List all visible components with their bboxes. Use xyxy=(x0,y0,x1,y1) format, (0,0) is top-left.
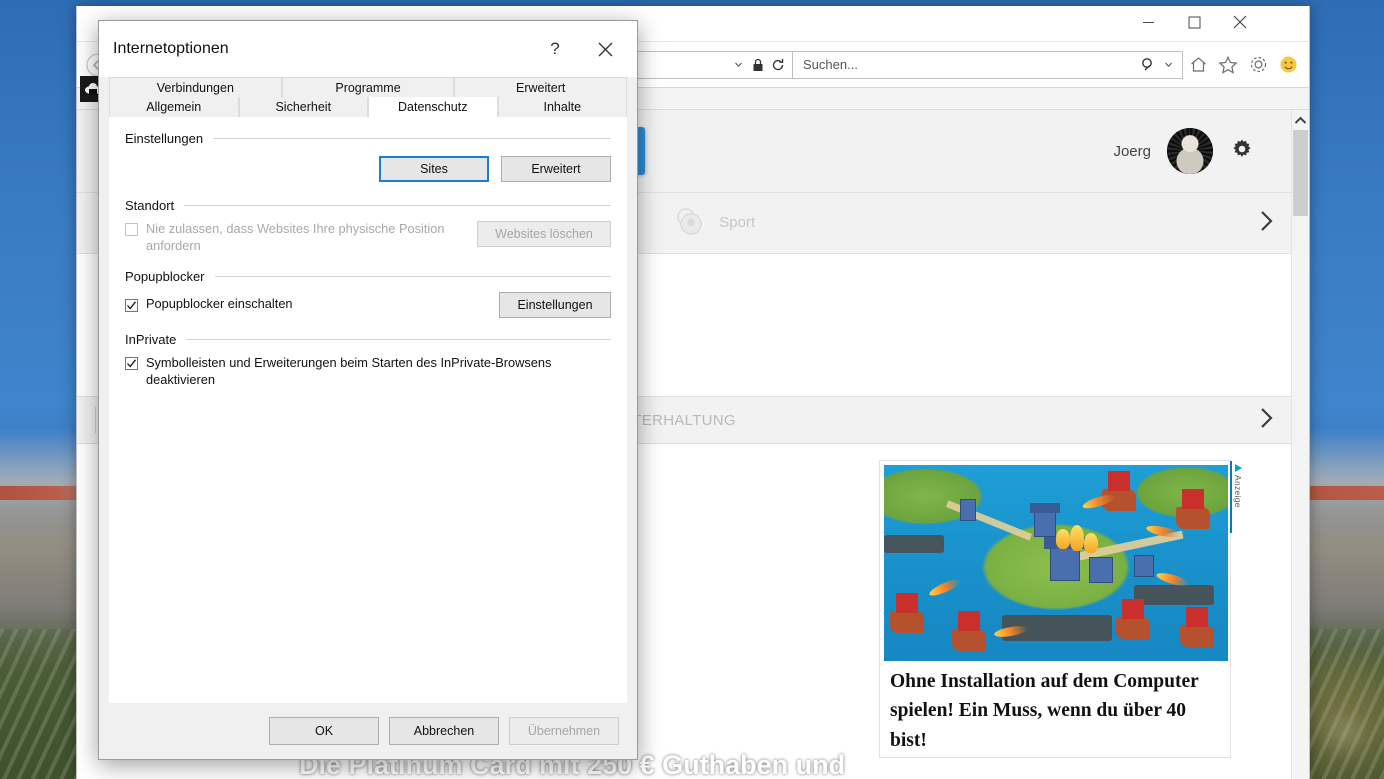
group-label: Popupblocker xyxy=(125,268,205,284)
ok-button[interactable]: OK xyxy=(269,717,379,745)
dialog-tabrow-2: Allgemein Sicherheit Datenschutz Inhalte xyxy=(109,97,627,117)
sites-button[interactable]: Sites xyxy=(379,156,489,182)
game-ad-headline: Ohne Installation auf dem Computer spiel… xyxy=(890,671,1199,751)
cancel-button[interactable]: Abbrechen xyxy=(389,717,499,745)
dialog-tabs: Verbindungen Programme Erweitert Allgeme… xyxy=(99,77,637,117)
help-icon[interactable]: ? xyxy=(537,33,573,65)
game-ad-label: Anzeige xyxy=(1230,461,1244,533)
group-label: Einstellungen xyxy=(125,131,204,146)
home-icon[interactable] xyxy=(1183,48,1213,82)
group-inprivate-header: InPrivate xyxy=(125,332,611,347)
inprivate-checkbox[interactable] xyxy=(125,356,138,370)
advanced-button[interactable]: Erweitert xyxy=(501,156,611,182)
page-scrollbar[interactable] xyxy=(1291,110,1309,779)
chevron-right-icon[interactable] xyxy=(1255,208,1277,238)
shortcut-sport[interactable]: Sport xyxy=(674,206,755,241)
popup-checkbox[interactable] xyxy=(125,299,138,313)
tab-allgemein[interactable]: Allgemein xyxy=(109,97,239,117)
tab-sicherheit[interactable]: Sicherheit xyxy=(238,97,368,117)
location-checkbox-label: Nie zulassen, dass Websites Ihre physisc… xyxy=(146,221,445,253)
divider xyxy=(213,138,611,139)
tab-verbindungen[interactable]: Verbindungen xyxy=(109,77,282,97)
scroll-up-icon[interactable] xyxy=(1292,110,1309,130)
ad-label-text: Anzeige xyxy=(1233,475,1243,508)
dialog-body: Einstellungen Sites Erweitert Standort N… xyxy=(109,117,627,725)
group-label: InPrivate xyxy=(125,331,177,347)
group-settings-header: Einstellungen xyxy=(125,131,611,146)
shortcut-label: Sport xyxy=(719,214,756,232)
settings-button-row: Sites Erweitert xyxy=(125,156,611,182)
minimize-icon[interactable] xyxy=(1125,6,1171,38)
divider xyxy=(95,407,96,433)
dialog-title: Internetoptionen xyxy=(113,40,229,57)
msn-username[interactable]: Joerg xyxy=(1113,143,1151,160)
divider xyxy=(214,275,611,277)
ad-triangle-icon xyxy=(1234,464,1242,472)
avatar[interactable] xyxy=(1167,128,1213,174)
smiley-icon[interactable] xyxy=(1273,48,1303,82)
refresh-icon[interactable] xyxy=(768,58,788,72)
inprivate-checkbox-label: Symbolleisten und Erweiterungen beim Sta… xyxy=(146,354,552,387)
close-icon[interactable] xyxy=(1217,6,1263,38)
tab-inhalte[interactable]: Inhalte xyxy=(497,97,627,117)
dialog-footer: OK Abbrechen Übernehmen xyxy=(99,703,637,759)
game-ad-image xyxy=(884,465,1228,661)
msn-user-area: Joerg xyxy=(1113,128,1265,174)
popup-settings-button[interactable]: Einstellungen xyxy=(499,291,611,318)
chevron-right-icon[interactable] xyxy=(1255,405,1277,435)
tab-erweitert[interactable]: Erweitert xyxy=(454,77,628,97)
close-icon[interactable] xyxy=(587,33,623,65)
maximize-icon[interactable] xyxy=(1171,6,1217,38)
chevron-down-icon[interactable] xyxy=(1158,60,1178,69)
sport-ball-icon xyxy=(674,206,708,241)
scrollbar-thumb[interactable] xyxy=(1293,130,1308,216)
tab-datenschutz[interactable]: Datenschutz xyxy=(368,97,498,117)
location-checkbox[interactable] xyxy=(125,223,138,236)
gear-icon[interactable] xyxy=(1243,48,1273,82)
divider xyxy=(186,338,611,340)
group-popup-header: Popupblocker xyxy=(125,269,611,284)
chevron-down-icon[interactable] xyxy=(728,60,748,69)
gear-icon[interactable] xyxy=(1229,136,1255,166)
delete-websites-button: Websites löschen xyxy=(477,221,611,247)
search-icon[interactable] xyxy=(1138,57,1158,72)
location-row: Nie zulassen, dass Websites Ihre physisc… xyxy=(125,221,611,255)
lock-icon xyxy=(748,58,768,72)
inprivate-row: Symbolleisten und Erweiterungen beim Sta… xyxy=(125,355,611,389)
dialog-titlebar: Internetoptionen ? xyxy=(99,21,637,77)
group-location-header: Standort xyxy=(125,198,611,213)
tab-programme[interactable]: Programme xyxy=(281,77,455,97)
star-icon[interactable] xyxy=(1213,48,1243,82)
popup-checkbox-label: Popupblocker einschalten xyxy=(146,296,293,312)
apply-button: Übernehmen xyxy=(509,717,619,745)
divider xyxy=(184,205,611,206)
browser-search-box[interactable]: Suchen... xyxy=(793,50,1183,79)
internet-options-dialog: Internetoptionen ? Verbindungen Programm… xyxy=(98,20,638,760)
dialog-tabrow-1: Verbindungen Programme Erweitert xyxy=(109,77,628,97)
group-label: Standort xyxy=(125,198,175,213)
game-ad-card[interactable]: Ohne Installation auf dem Computer spiel… xyxy=(879,460,1244,758)
browser-search-input[interactable]: Suchen... xyxy=(803,57,1138,72)
popup-row: Popupblocker einschalten Einstellungen xyxy=(125,291,611,318)
